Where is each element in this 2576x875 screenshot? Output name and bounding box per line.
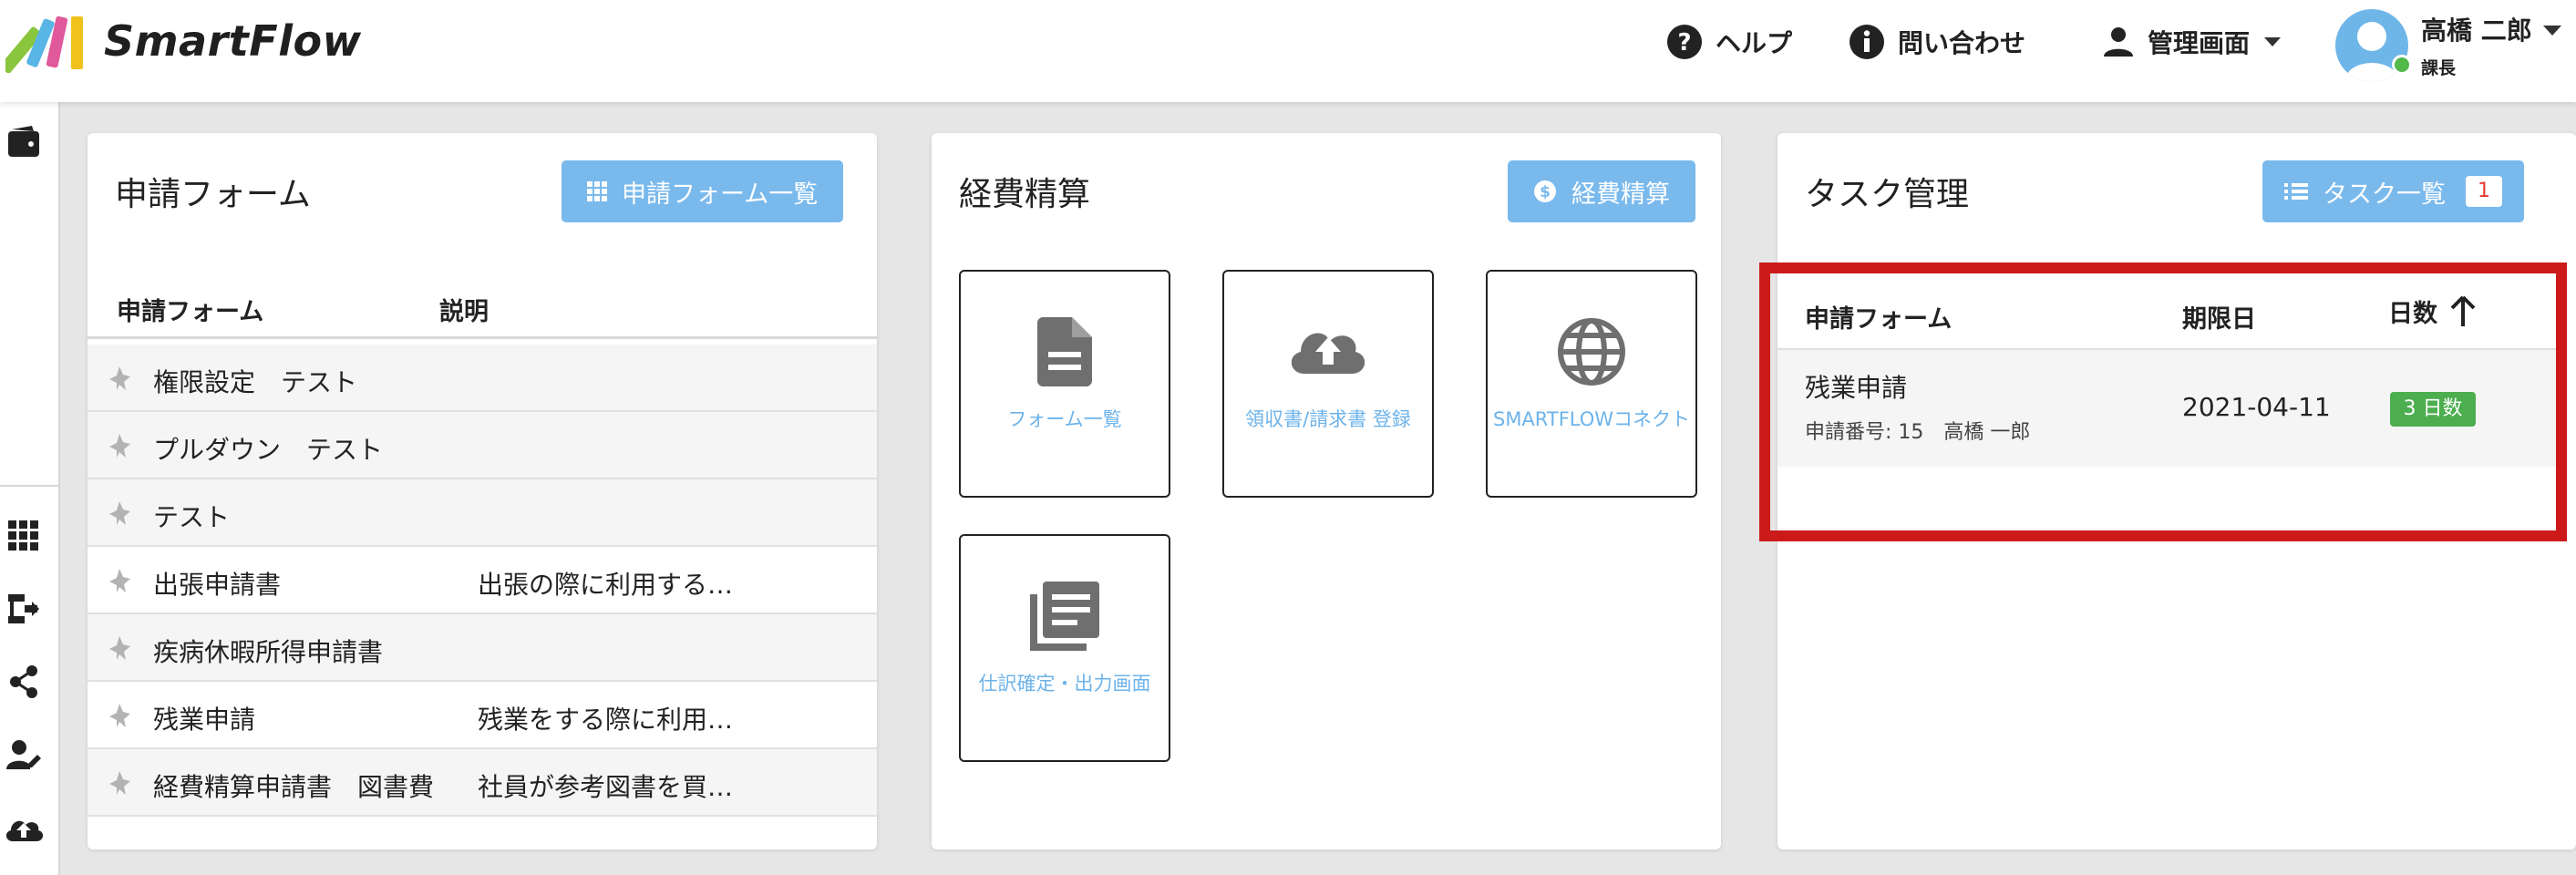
forms-card: 申請フォーム 申請フォーム一覧 申請フォーム 説明 権限設定 テスト プルダウン… — [88, 133, 877, 849]
column-header-form: 申請フォーム — [117, 298, 264, 326]
workflow-icon[interactable] — [4, 589, 44, 629]
form-name: テスト — [153, 502, 231, 532]
form-name: 経費精算申請書 図書費 — [153, 772, 435, 802]
user-edit-icon[interactable] — [4, 735, 44, 775]
expense-card-title: 経費精算 — [959, 176, 1091, 213]
task-card-title: タスク管理 — [1805, 176, 1970, 213]
form-name: 出張申請書 — [153, 570, 282, 600]
tile-form-list[interactable]: フォーム一覧 — [959, 270, 1170, 498]
forms-card-title: 申請フォーム — [115, 176, 311, 213]
list-icon — [2284, 183, 2308, 200]
form-name: 権限設定 テスト — [153, 367, 358, 397]
help-label: ヘルプ — [1716, 28, 1793, 58]
task-list-button[interactable]: タスク一覧 1 — [2262, 160, 2524, 222]
share-icon[interactable] — [4, 662, 44, 702]
tile-smartflow-connect[interactable]: SMARTFLOWコネクト — [1486, 270, 1697, 498]
tile-journal-output[interactable]: 仕訳確定・出力画面 — [959, 534, 1170, 762]
smartflow-logo[interactable] — [5, 13, 88, 73]
svg-text:?: ? — [1677, 29, 1691, 57]
info-icon — [1850, 25, 1884, 59]
online-status-dot — [2392, 55, 2412, 75]
left-rail — [0, 102, 60, 875]
form-list-button-label: 申請フォーム一覧 — [622, 180, 819, 209]
cloud-upload-icon — [1291, 333, 1365, 374]
tile-label: フォーム一覧 — [1007, 408, 1122, 430]
form-description: 出張の際に利用する… — [478, 570, 734, 600]
top-header: SmartFlow ? ヘルプ 問い合わせ 管理画面 高橋 二郎 課長 — [0, 0, 2576, 102]
pin-icon[interactable] — [106, 702, 133, 729]
apps-grid-icon[interactable] — [4, 516, 44, 556]
pin-icon[interactable] — [106, 634, 133, 662]
tile-receipt-register[interactable]: 領収書/請求書 登録 — [1222, 270, 1434, 498]
tile-label: 仕訳確定・出力画面 — [978, 673, 1151, 695]
column-header-description: 説明 — [439, 298, 489, 326]
admin-label: 管理画面 — [2148, 28, 2251, 58]
form-description: 残業をする際に利用… — [478, 705, 734, 735]
wallet-icon[interactable] — [4, 122, 44, 162]
pin-icon[interactable] — [106, 365, 133, 392]
expense-button[interactable]: $ 経費精算 — [1508, 160, 1695, 222]
expense-card: 経費精算 $ 経費精算 フォーム一覧 領収書/請求書 登録 SMARTFLOWコ… — [932, 133, 1721, 849]
dollar-circle-icon: $ — [1534, 180, 1556, 202]
globe-icon — [1558, 318, 1625, 386]
table-row[interactable]: 出張申請書 出張の際に利用する… — [88, 547, 877, 614]
table-row[interactable]: 疾病休暇所得申請書 — [88, 614, 877, 682]
help-icon: ? — [1667, 25, 1702, 59]
tile-label: 領収書/請求書 登録 — [1245, 408, 1411, 430]
table-row[interactable]: 残業申請 残業をする際に利用… — [88, 682, 877, 749]
admin-menu[interactable]: 管理画面 — [2102, 20, 2282, 64]
form-name: 残業申請 — [153, 705, 256, 735]
task-list-button-label: タスク一覧 — [2323, 180, 2446, 209]
form-description: 社員が参考図書を買… — [478, 772, 734, 802]
form-name: 疾病休暇所得申請書 — [153, 637, 384, 667]
table-row[interactable]: 経費精算申請書 図書費 社員が参考図書を買… — [88, 749, 877, 817]
tile-label: SMARTFLOWコネクト — [1492, 408, 1691, 430]
grid-icon — [587, 181, 607, 201]
highlight-box — [1759, 262, 2567, 541]
user-menu-chevron-icon[interactable] — [2543, 26, 2561, 36]
user-name[interactable]: 高橋 二郎 — [2421, 11, 2532, 47]
table-row[interactable]: テスト — [88, 479, 877, 547]
pin-icon[interactable] — [106, 499, 133, 527]
contact-label: 問い合わせ — [1898, 28, 2026, 58]
contact-link[interactable]: 問い合わせ — [1849, 20, 2025, 64]
task-count-badge: 1 — [2466, 176, 2502, 207]
user-role: 課長 — [2421, 58, 2457, 78]
library-icon — [1030, 582, 1099, 651]
table-row[interactable]: 権限設定 テスト — [88, 345, 877, 412]
svg-text:$: $ — [1540, 183, 1551, 201]
form-name: プルダウン テスト — [153, 435, 384, 465]
chevron-down-icon — [2264, 37, 2282, 46]
form-list-button[interactable]: 申請フォーム一覧 — [562, 160, 844, 222]
cloud-upload-icon[interactable] — [4, 808, 44, 848]
help-link[interactable]: ? ヘルプ — [1666, 20, 1792, 64]
rail-divider — [0, 485, 60, 487]
table-row[interactable]: プルダウン テスト — [88, 412, 877, 479]
pin-icon[interactable] — [106, 567, 133, 594]
forms-table-header: 申請フォーム 説明 — [88, 275, 877, 339]
expense-button-label: 経費精算 — [1571, 180, 1670, 209]
person-icon — [2104, 27, 2133, 57]
pin-icon[interactable] — [106, 432, 133, 459]
document-icon — [1037, 317, 1092, 386]
brand-name[interactable]: SmartFlow — [104, 16, 362, 66]
pin-icon[interactable] — [106, 769, 133, 797]
